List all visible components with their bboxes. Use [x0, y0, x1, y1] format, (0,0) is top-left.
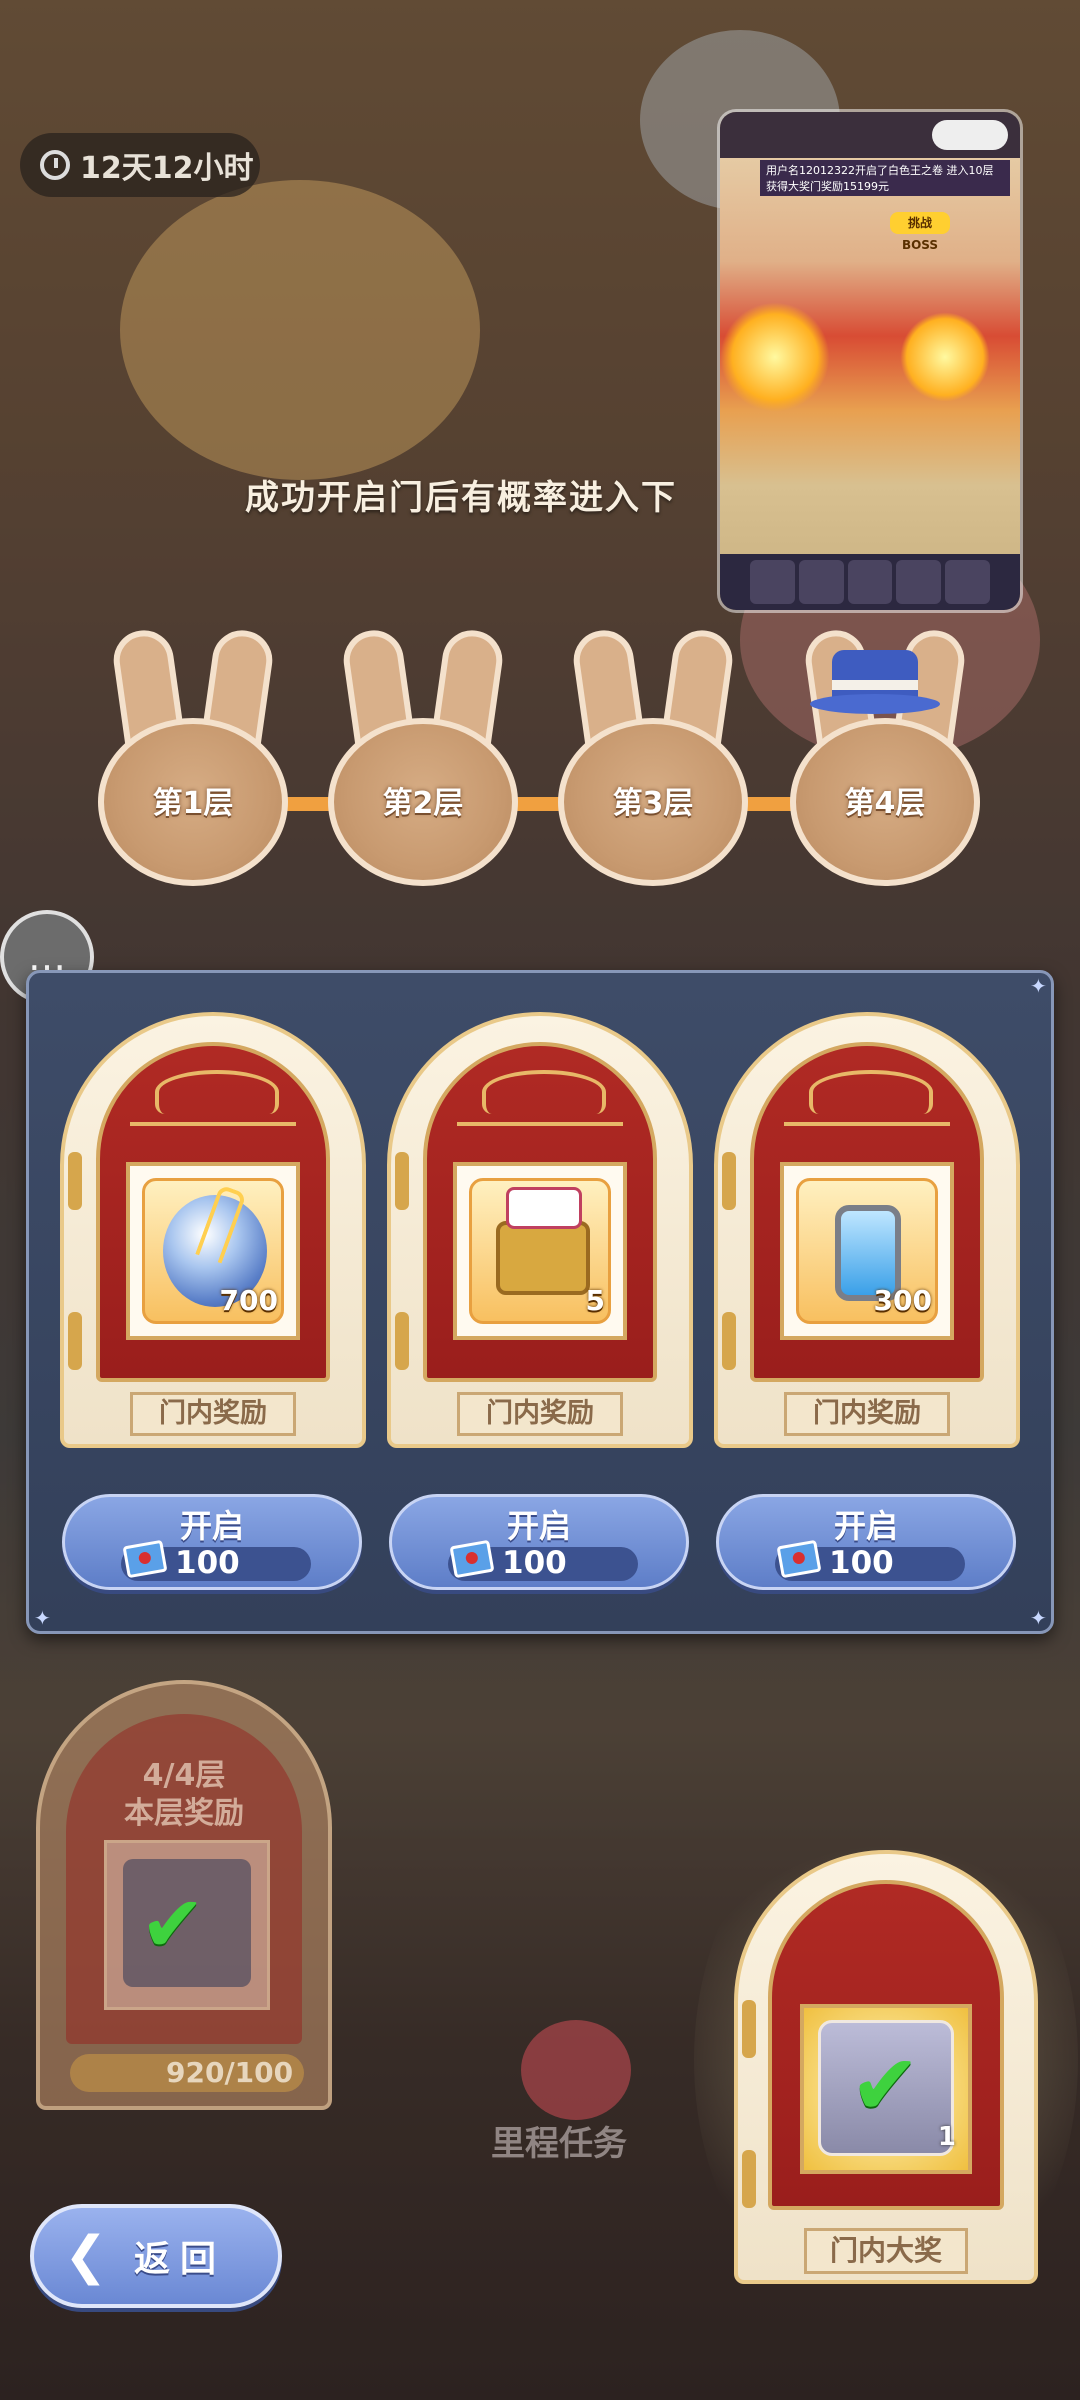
clock-icon: [40, 150, 70, 180]
door-hinge: [395, 1152, 409, 1210]
floor-label: 第4层: [844, 786, 926, 821]
floor-label: 第1层: [152, 786, 234, 821]
treasure-chest-icon: [496, 1187, 590, 1295]
top-hat-icon: [810, 650, 940, 714]
floor-2-node[interactable]: 第2层: [328, 626, 518, 886]
door-hinge: [395, 1312, 409, 1370]
mini-tab[interactable]: [798, 560, 844, 604]
mini-bottombar: [720, 554, 1020, 610]
event-timer: 12天12小时: [20, 133, 260, 197]
checkmark-icon: ✔: [850, 2036, 921, 2134]
milestone-task-button[interactable]: 里程任务: [491, 2020, 645, 2180]
reward-quantity: 1: [937, 2122, 956, 2152]
door-ornament: [457, 1122, 623, 1136]
sparkle-icon: ✦: [1030, 1606, 1047, 1630]
door-ornament: [482, 1070, 606, 1114]
floor-1-node[interactable]: 第1层: [98, 626, 288, 886]
back-button[interactable]: ❮ 返回: [30, 2204, 282, 2308]
probability-banner: 成功开启门后有概率进入下: [245, 478, 677, 518]
mini-notice: 用户名12012322开启了白色王之卷 进入10层获得大奖门奖励15199元: [760, 160, 1010, 196]
hat-brim: [810, 694, 940, 714]
open-label: 开启: [833, 1507, 898, 1545]
door-hinge: [722, 1152, 736, 1210]
grand-prize-label: 门内大奖: [804, 2228, 968, 2274]
scene-decoration: [120, 180, 480, 480]
open-door-3-button[interactable]: 开启 100: [716, 1494, 1016, 1590]
mini-tab[interactable]: [847, 560, 893, 604]
door-hinge: [742, 2000, 756, 2058]
sparkle-icon: ✦: [34, 1606, 51, 1630]
door-ornament: [784, 1122, 950, 1136]
hat-band: [832, 680, 918, 690]
door-ornament: [130, 1122, 296, 1136]
mini-close-pill[interactable]: [932, 120, 1008, 150]
reward-quantity: 5: [585, 1284, 605, 1317]
ticket-progress-text: 920/100: [166, 2056, 294, 2089]
timer-text: 12天12小时: [80, 151, 254, 186]
open-label: 开启: [179, 1507, 244, 1545]
hat-crown: [832, 650, 918, 698]
door-reward-label: 门内奖励: [784, 1392, 950, 1436]
floating-game-window[interactable]: 用户名12012322开启了白色王之卷 进入10层获得大奖门奖励15199元 挑…: [720, 112, 1020, 610]
back-arrow-icon: ❮: [64, 2226, 108, 2286]
floor-label: 第3层: [612, 786, 694, 821]
sparkle-icon: ✦: [1030, 974, 1047, 998]
mini-effect: [720, 302, 830, 412]
cost-value: 100: [829, 1545, 894, 1581]
door-reward-label: 门内奖励: [457, 1392, 623, 1436]
milestone-label: 里程任务: [491, 2124, 627, 2164]
mini-tab[interactable]: [945, 560, 990, 604]
mini-tab[interactable]: [896, 560, 942, 604]
envelope-ticket-icon: [776, 1539, 822, 1579]
door-reward-label: 门内奖励: [130, 1392, 296, 1436]
mini-effect: [900, 312, 990, 402]
mini-boss-button[interactable]: 挑战BOSS: [890, 212, 950, 252]
door-hinge: [68, 1312, 82, 1370]
door-hinge: [722, 1312, 736, 1370]
reward-door-1[interactable]: 700 门内奖励: [60, 1012, 366, 1448]
door-hinge: [742, 2150, 756, 2208]
floor-label: 第2层: [382, 786, 464, 821]
door-ornament: [809, 1070, 933, 1114]
floor-reward-title: 本层奖励: [124, 1796, 244, 1831]
checkmark-icon: ✔: [140, 1880, 206, 1970]
open-door-2-button[interactable]: 开启 100: [389, 1494, 689, 1590]
envelope-ticket-icon: [449, 1539, 495, 1579]
back-label: 返回: [134, 2239, 227, 2280]
floor-reward-door[interactable]: 4/4层 本层奖励 ✔ 920/100: [36, 1680, 332, 2110]
door-hinge: [68, 1152, 82, 1210]
reward-quantity: 300: [873, 1284, 932, 1317]
reward-door-3[interactable]: 300 门内奖励: [714, 1012, 1020, 1448]
door-ornament: [155, 1070, 279, 1114]
grand-prize-door[interactable]: ✔ 1 门内大奖: [694, 1790, 1078, 2330]
cost-value: 100: [175, 1545, 240, 1581]
floor-3-node[interactable]: 第3层: [558, 626, 748, 886]
cost-value: 100: [502, 1545, 567, 1581]
mini-tab[interactable]: [750, 560, 795, 604]
open-door-1-button[interactable]: 开启 100: [62, 1494, 362, 1590]
bag-icon: [521, 2020, 631, 2120]
envelope-ticket-icon: [122, 1539, 168, 1579]
reward-door-2[interactable]: 5 门内奖励: [387, 1012, 693, 1448]
open-label: 开启: [506, 1507, 571, 1545]
ticket-progress-bar: 920/100: [70, 2054, 304, 2092]
reward-quantity: 700: [219, 1284, 278, 1317]
